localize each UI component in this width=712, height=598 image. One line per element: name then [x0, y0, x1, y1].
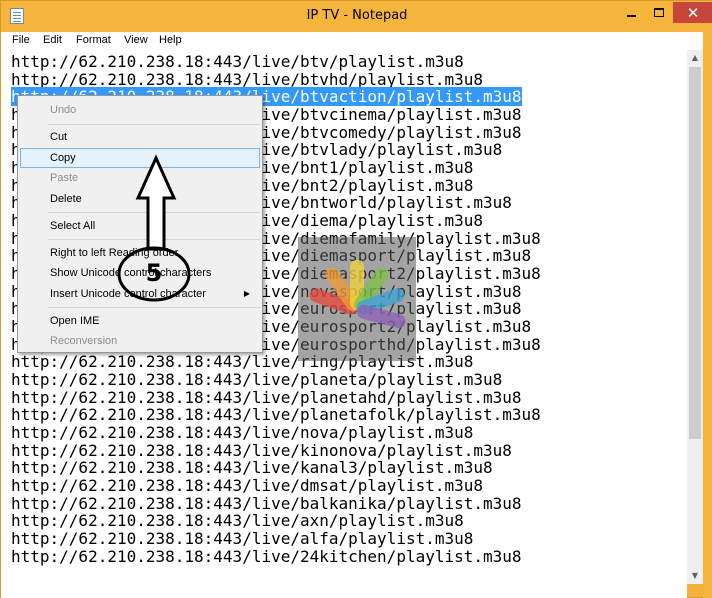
context-menu: Undo Cut Copy Paste Delete Select All Ri…: [17, 95, 263, 353]
menu-item-label: Insert Unicode control character: [50, 288, 206, 300]
menu-separator: [48, 124, 260, 125]
text-line[interactable]: http://62.210.238.18:443/live/kanal3/pla…: [11, 459, 493, 477]
scroll-down-arrow-icon[interactable]: ▼: [687, 568, 703, 584]
text-line[interactable]: http://62.210.238.18:443/live/alfa/playl…: [11, 530, 473, 548]
annotation-step-number: 5: [145, 259, 163, 287]
menu-item-delete[interactable]: Delete: [20, 189, 260, 209]
title-bar[interactable]: IP TV - Notepad ✕: [1, 1, 712, 32]
window-right-border: [703, 32, 712, 598]
notepad-window: IP TV - Notepad ✕ File Edit Format View …: [0, 0, 712, 598]
maximize-icon: [654, 8, 664, 17]
maximize-button[interactable]: [645, 2, 673, 23]
text-line[interactable]: http://62.210.238.18:443/live/24kitchen/…: [11, 548, 522, 566]
menu-separator: [48, 239, 260, 240]
menu-item-insert-unicode-control[interactable]: Insert Unicode control character ▶: [20, 284, 260, 304]
minimize-icon: [626, 14, 636, 17]
menu-edit[interactable]: Edit: [43, 34, 62, 46]
menu-separator: [48, 307, 260, 308]
menu-view[interactable]: View: [124, 34, 148, 46]
vertical-scrollbar[interactable]: ▲ ▼: [687, 50, 703, 584]
menu-item-copy[interactable]: Copy: [20, 148, 260, 168]
text-line[interactable]: http://62.210.238.18:443/live/planeta/pl…: [11, 371, 502, 389]
watermark-logo: [298, 237, 416, 361]
scroll-up-arrow-icon[interactable]: ▲: [687, 50, 703, 66]
scrollbar-thumb[interactable]: [689, 67, 701, 439]
menu-item-cut[interactable]: Cut: [20, 127, 260, 147]
menu-item-open-ime[interactable]: Open IME: [20, 311, 260, 331]
text-line[interactable]: http://62.210.238.18:443/live/nova/playl…: [11, 424, 473, 442]
menu-format[interactable]: Format: [76, 34, 111, 46]
menu-item-undo[interactable]: Undo: [20, 100, 260, 120]
window-title: IP TV - Notepad: [306, 8, 408, 23]
text-line[interactable]: http://62.210.238.18:443/live/dmsat/play…: [11, 477, 483, 495]
menu-file[interactable]: File: [12, 34, 30, 46]
close-button[interactable]: ✕: [673, 2, 712, 23]
menu-help[interactable]: Help: [159, 34, 182, 46]
chevron-right-icon: ▶: [243, 289, 250, 298]
close-icon: ✕: [686, 3, 700, 22]
menu-item-select-all[interactable]: Select All: [20, 216, 260, 236]
text-line[interactable]: http://62.210.238.18:443/live/btv/playli…: [11, 53, 464, 71]
menu-item-paste[interactable]: Paste: [20, 168, 260, 188]
menu-item-reconversion[interactable]: Reconversion: [20, 331, 260, 351]
minimize-button[interactable]: [617, 2, 645, 23]
text-line[interactable]: http://62.210.238.18:443/live/planetafol…: [11, 406, 541, 424]
text-line[interactable]: http://62.210.238.18:443/live/axn/playli…: [11, 512, 464, 530]
menu-bar: File Edit Format View Help: [1, 32, 712, 50]
menu-separator: [48, 212, 260, 213]
